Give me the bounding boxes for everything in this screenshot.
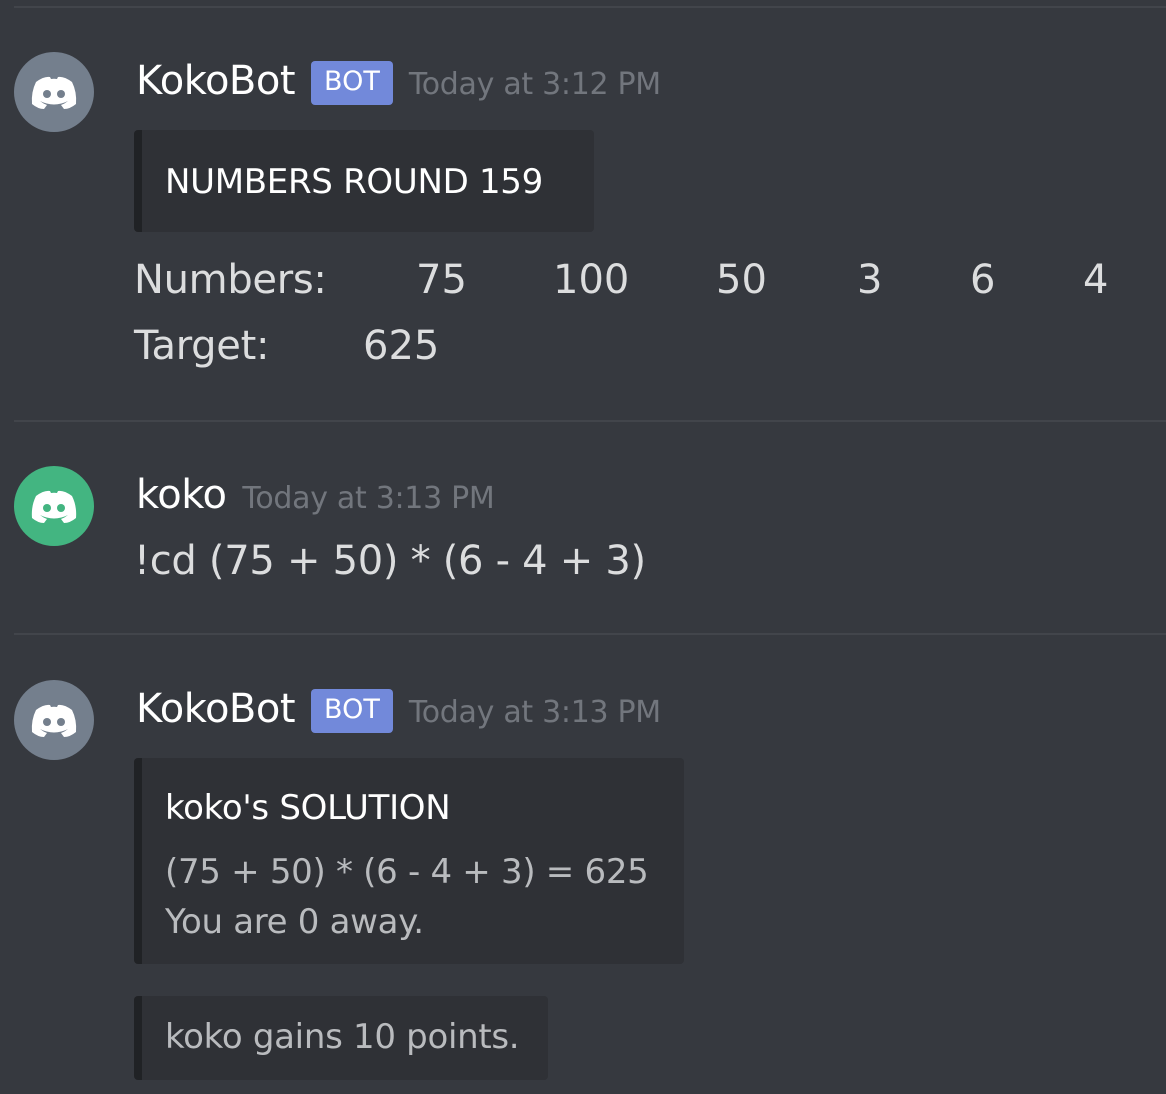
- number-value: 6: [970, 257, 996, 303]
- message-divider: [14, 6, 1166, 8]
- numbers-label: Numbers:: [134, 257, 327, 303]
- message-header: KokoBot BOT Today at 3:12 PM: [136, 58, 661, 109]
- points-embed: koko gains 10 points.: [134, 996, 548, 1080]
- message-timestamp[interactable]: Today at 3:13 PM: [242, 481, 494, 516]
- number-value: 3: [857, 257, 883, 303]
- message-header: KokoBot BOT Today at 3:13 PM: [136, 686, 661, 737]
- embed-title: NUMBERS ROUND 159: [165, 162, 543, 202]
- number-value: 100: [553, 257, 630, 303]
- chat-message-list: KokoBot BOT Today at 3:12 PM NUMBERS ROU…: [0, 0, 1166, 1094]
- embed-title: koko's SOLUTION: [165, 788, 451, 828]
- user-avatar[interactable]: [14, 466, 94, 546]
- message-header: koko Today at 3:13 PM: [136, 472, 495, 518]
- target-label: Target:: [134, 323, 270, 369]
- embed-description-line: You are 0 away.: [165, 902, 424, 942]
- discord-logo-icon: [31, 704, 77, 737]
- message-timestamp[interactable]: Today at 3:12 PM: [409, 67, 661, 102]
- author-name[interactable]: KokoBot: [136, 58, 296, 104]
- message-content: !cd (75 + 50) * (6 - 4 + 3): [134, 538, 646, 584]
- discord-logo-icon: [31, 76, 77, 109]
- number-value: 4: [1083, 257, 1109, 303]
- message-divider: [14, 420, 1166, 422]
- bot-badge: BOT: [311, 61, 393, 105]
- number-value: 75: [416, 257, 467, 303]
- author-name[interactable]: koko: [136, 472, 227, 518]
- number-value: 50: [716, 257, 767, 303]
- solution-embed: koko's SOLUTION (75 + 50) * (6 - 4 + 3) …: [134, 758, 684, 964]
- bot-avatar[interactable]: [14, 680, 94, 760]
- bot-badge: BOT: [311, 689, 393, 733]
- bot-avatar[interactable]: [14, 52, 94, 132]
- discord-logo-icon: [31, 490, 77, 523]
- round-embed: NUMBERS ROUND 159: [134, 130, 594, 232]
- target-value: 625: [363, 323, 440, 369]
- message-divider: [14, 633, 1166, 635]
- points-text: koko gains 10 points.: [165, 1017, 520, 1057]
- author-name[interactable]: KokoBot: [136, 686, 296, 732]
- message-timestamp[interactable]: Today at 3:13 PM: [409, 695, 661, 730]
- embed-description-line: (75 + 50) * (6 - 4 + 3) = 625: [165, 852, 649, 892]
